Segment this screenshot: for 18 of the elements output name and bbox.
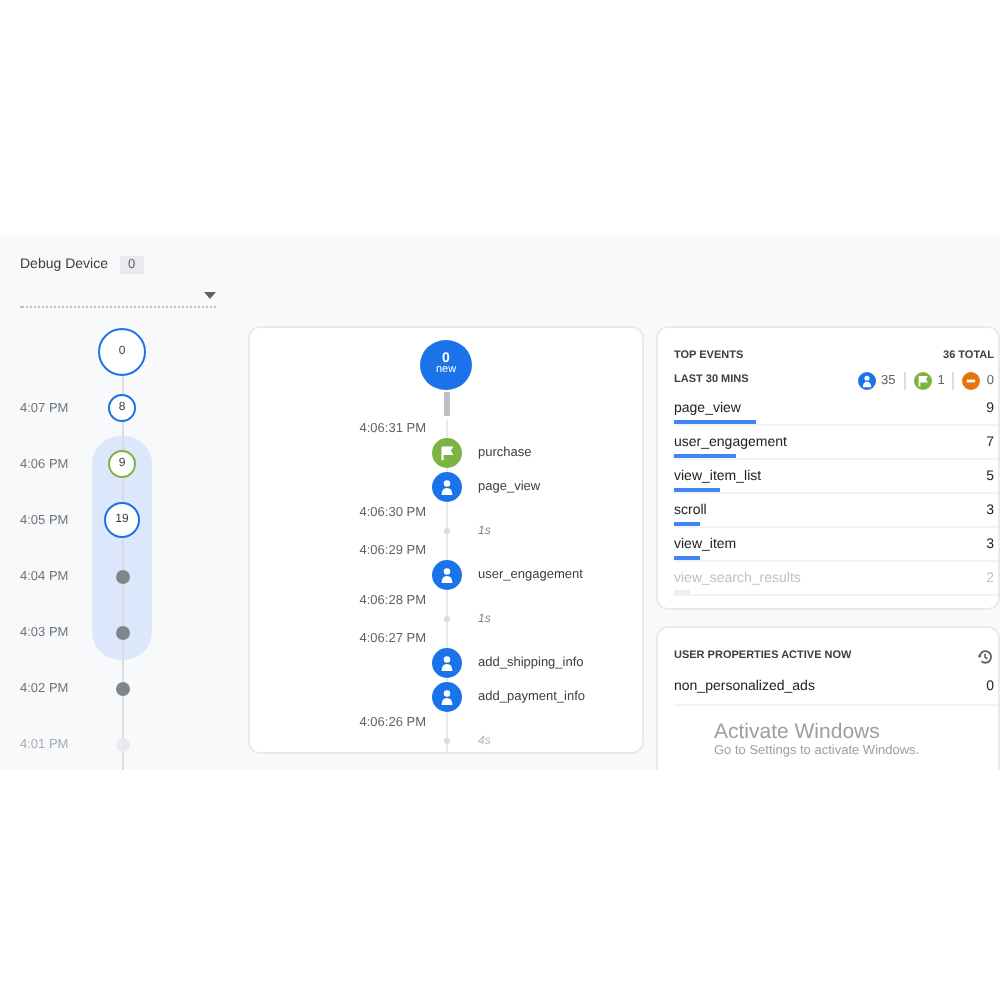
flag-icon xyxy=(437,444,455,462)
minute-dot[interactable] xyxy=(115,681,129,695)
person-icon xyxy=(437,478,455,496)
activation-notice-title: Activate Windows xyxy=(714,720,882,744)
event-marker[interactable] xyxy=(431,472,461,502)
event-marker[interactable] xyxy=(431,682,461,712)
minute-dot[interactable] xyxy=(115,737,129,751)
caret-icon xyxy=(204,292,216,300)
event-marker[interactable] xyxy=(431,648,461,678)
person-icon xyxy=(437,566,455,584)
person-icon xyxy=(437,654,455,672)
scroll-handle[interactable] xyxy=(443,392,449,416)
person-icon xyxy=(437,688,455,706)
event-marker[interactable] xyxy=(431,438,461,468)
event-marker[interactable] xyxy=(431,560,461,590)
minute-dot[interactable] xyxy=(115,569,129,583)
minute-dot[interactable] xyxy=(115,625,129,639)
history-icon[interactable] xyxy=(976,647,994,665)
